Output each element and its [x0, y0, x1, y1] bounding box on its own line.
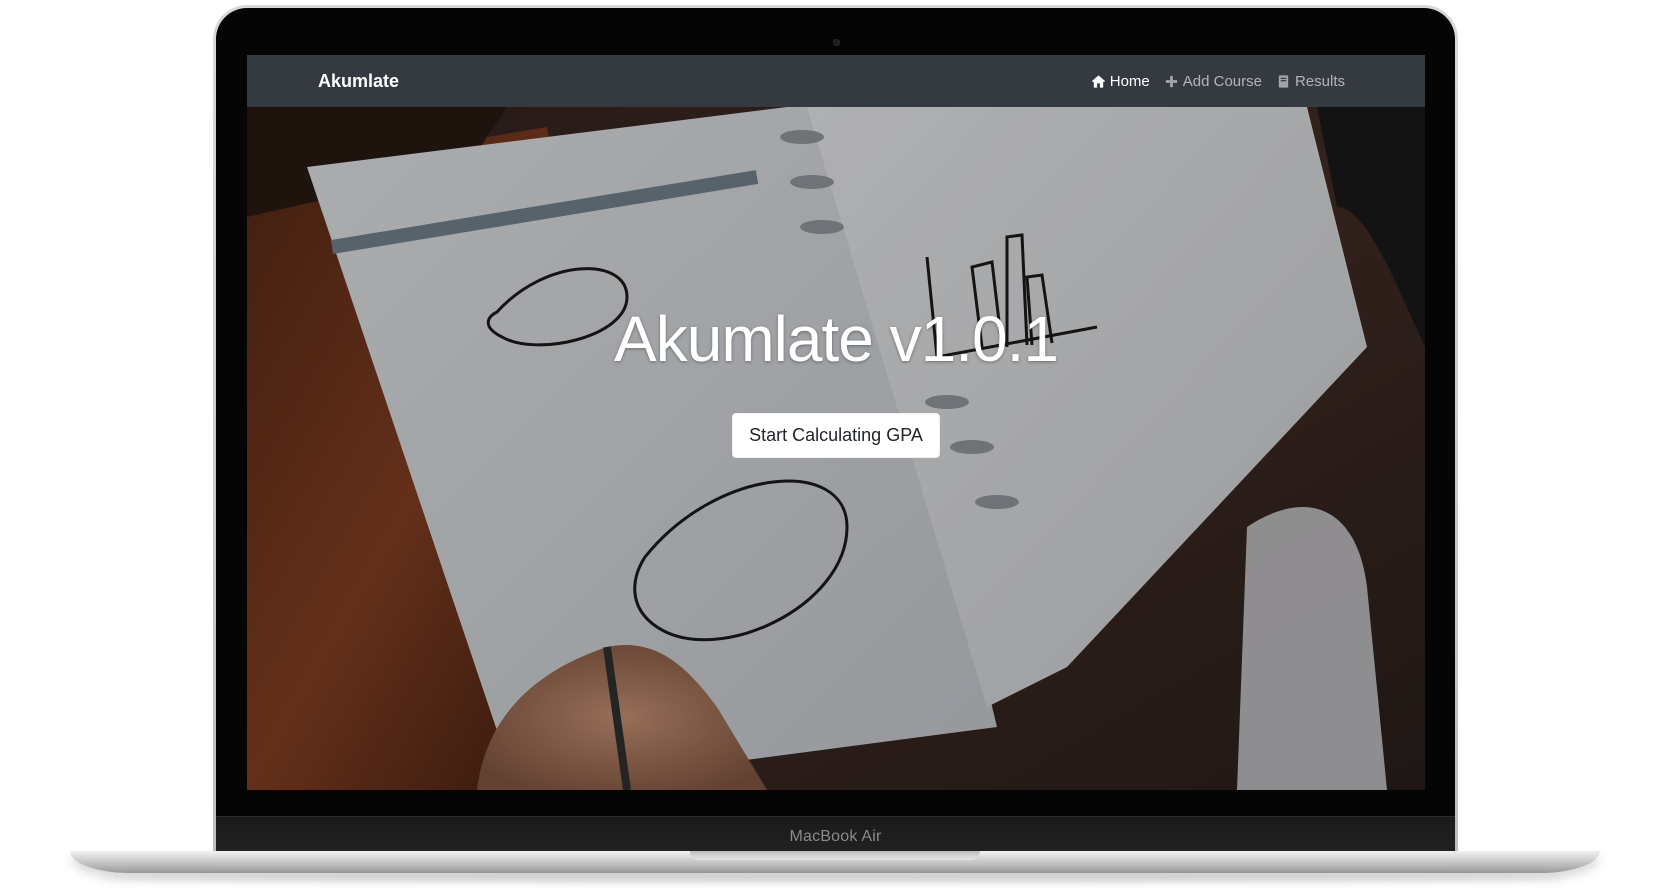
- nav-item-label: Results: [1294, 72, 1345, 90]
- screen: Akumlate Home Add Course Results Akumlat…: [247, 55, 1425, 790]
- laptop-chin: MacBook Air: [216, 816, 1455, 856]
- home-icon: [1091, 74, 1105, 88]
- device-label: MacBook Air: [789, 827, 882, 845]
- start-calculating-button[interactable]: Start Calculating GPA: [732, 413, 940, 458]
- nav-item-label: Add Course: [1182, 72, 1262, 90]
- navbar-brand[interactable]: Akumlate: [318, 71, 399, 92]
- nav-item-results[interactable]: Results: [1276, 73, 1345, 90]
- nav-item-add-course[interactable]: Add Course: [1164, 73, 1262, 90]
- book-icon: [1278, 74, 1289, 88]
- laptop-notch: [690, 851, 980, 860]
- plus-icon: [1165, 75, 1177, 87]
- hero-content: Akumlate v1.0.1 Start Calculating GPA: [247, 307, 1425, 458]
- nav-item-home[interactable]: Home: [1091, 73, 1150, 90]
- nav-links: Home Add Course Results: [1091, 73, 1345, 90]
- stage: MacBook Air Akumlate Home Add Course Res…: [0, 0, 1666, 896]
- hero-title: Akumlate v1.0.1: [614, 303, 1059, 375]
- camera-icon: [832, 39, 840, 46]
- nav-item-label: Home: [1109, 72, 1150, 90]
- navbar: Akumlate Home Add Course Results: [247, 55, 1425, 107]
- laptop-shadow: [100, 874, 1566, 882]
- hero-section: Akumlate v1.0.1 Start Calculating GPA: [247, 107, 1425, 790]
